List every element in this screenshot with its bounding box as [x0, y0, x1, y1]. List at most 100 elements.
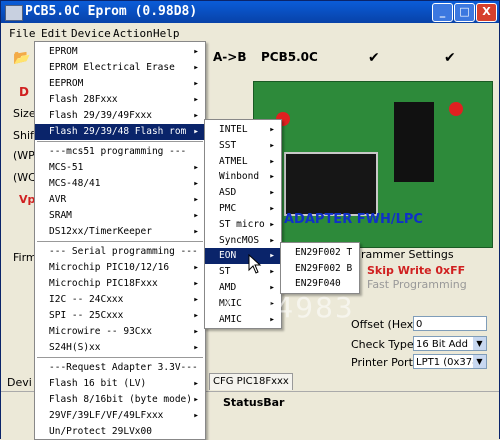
menu-item[interactable]: EEPROM ▸ [35, 76, 205, 92]
menu-item[interactable]: Flash 29/39/48 Flash rom ▸ [35, 124, 205, 140]
menu-edit[interactable]: Edit [41, 27, 68, 40]
maximize-button[interactable]: □ [454, 3, 475, 22]
menu-item-label: 29VF/39LF/VF/49LFxxx [49, 410, 164, 421]
menu-item[interactable]: S24H(S)xx ▸ [35, 340, 205, 356]
menu-file[interactable]: File [9, 27, 36, 40]
menu-item[interactable]: ---Request Adapter 3.3V--- [35, 360, 205, 376]
menu-item-label: SRAM [49, 210, 72, 221]
submenu-arrow-icon: ▸ [269, 139, 275, 151]
app-window: PCB5.0C Eprom (0.98D8) _ □ X File Edit D… [0, 0, 500, 440]
menu-item[interactable]: MCS-48/41 ▸ [35, 176, 205, 192]
submenu-arrow-icon: ▸ [269, 234, 275, 246]
submenu-arrow-icon: ▸ [193, 378, 199, 389]
menu-action[interactable]: Action [113, 27, 153, 40]
menu-help[interactable]: Help [153, 27, 180, 40]
submenu-arrow-icon: ▸ [193, 294, 199, 305]
menu-item-label: ST micro [219, 218, 265, 230]
submenu-arrow-icon: ▸ [193, 94, 199, 105]
chevron-down-icon[interactable]: ▼ [473, 337, 486, 350]
menu-item[interactable]: SPI -- 25Cxxx ▸ [35, 308, 205, 324]
menu-item-label: DS12xx/TimerKeeper [49, 226, 152, 237]
menu-item[interactable]: SyncMOS ▸ [205, 233, 281, 249]
menu-item-label: ---mcs51 programming --- [49, 146, 187, 157]
menu-item[interactable]: Un/Protect 29LVx00 [35, 424, 205, 440]
menu-item[interactable]: MCS-51 ▸ [35, 160, 205, 176]
menu-item-label: EN29F002 T [295, 247, 353, 258]
menu-item[interactable]: I2C -- 24Cxxx ▸ [35, 292, 205, 308]
menu-item-label: ST [219, 266, 231, 278]
copy-a-to-b-button[interactable]: A->B [213, 50, 246, 64]
offset-value: 0 [416, 319, 423, 330]
device-menu: EPROM ▸ EPROM Electrical Erase ▸ EEPROM ▸ Flas… [34, 41, 206, 440]
menu-item[interactable]: Flash 29/39/49Fxxx ▸ [35, 108, 205, 124]
submenu-arrow-icon: ▸ [193, 178, 199, 189]
menu-item[interactable]: INTEL ▸ [205, 122, 281, 138]
chip-verify-icon[interactable]: ✔ [444, 50, 456, 66]
adapter-label: ADAPTER FWH/LPC [284, 212, 423, 227]
submenu-arrow-icon: ▸ [193, 326, 199, 337]
submenu-arrow-icon: ▸ [193, 62, 199, 73]
menu-item[interactable]: PMC ▸ [205, 201, 281, 217]
menu-item[interactable]: Flash 16 bit (LV) ▸ [35, 376, 205, 392]
menu-item[interactable]: --- Serial programming --- [35, 244, 205, 260]
menu-item[interactable]: Microchip PIC10/12/16 ▸ [35, 260, 205, 276]
menu-item[interactable]: ASD ▸ [205, 185, 281, 201]
submenu-arrow-icon: ▸ [193, 310, 199, 321]
menu-item[interactable]: SRAM ▸ [35, 208, 205, 224]
chip-tool-icon[interactable]: ✔ [368, 50, 380, 66]
check-type-select[interactable]: 16 Bit Add ▼ [413, 336, 487, 351]
menu-item[interactable]: ST micro ▸ [205, 217, 281, 233]
skip-write-option[interactable]: Skip Write 0xFF [367, 264, 465, 277]
vpp-label: Vp [19, 193, 36, 206]
menu-bar: File Edit Device Action Help [1, 23, 499, 43]
menu-item[interactable]: Microwire -- 93Cxx ▸ [35, 324, 205, 340]
menu-item[interactable]: EN29F002 B [281, 261, 359, 277]
submenu-arrow-icon: ▸ [269, 171, 275, 183]
menu-item-label: Winbond [219, 171, 260, 183]
shift-label: Shif [13, 129, 34, 142]
printer-port-select[interactable]: LPT1 (0x378) ▼ [413, 354, 487, 369]
menu-item[interactable]: Winbond ▸ [205, 169, 281, 185]
menu-item[interactable]: EN29F040 [281, 276, 359, 292]
offset-input[interactable]: 0 [413, 316, 487, 331]
menu-item[interactable]: ATMEL ▸ [205, 154, 281, 170]
menu-item[interactable]: ---mcs51 programming --- [35, 144, 205, 160]
menu-item-label: Microchip PIC18Fxxx [49, 278, 158, 289]
menu-item-label: Microchip PIC10/12/16 [49, 262, 170, 273]
chip-submenu: EN29F002 T EN29F002 B EN29F040 [280, 242, 360, 294]
menu-item[interactable]: EPROM Electrical Erase ▸ [35, 60, 205, 76]
close-button[interactable]: X [476, 3, 497, 22]
plcc-socket [284, 152, 378, 216]
check-type-label: Check Type [351, 338, 414, 351]
menu-item[interactable]: ST ▸ [205, 264, 281, 280]
menu-item[interactable]: DS12xx/TimerKeeper ▸ [35, 224, 205, 240]
menu-item[interactable]: Microchip PIC18Fxxx ▸ [35, 276, 205, 292]
submenu-arrow-icon: ▸ [193, 194, 199, 205]
tab-cfg[interactable]: CFG PIC18Fxxx [209, 373, 293, 390]
capacitor [449, 102, 463, 116]
menu-item-label: SPI -- 25Cxxx [49, 310, 124, 321]
title-bar[interactable]: PCB5.0C Eprom (0.98D8) _ □ X [1, 1, 499, 23]
menu-item[interactable]: SST ▸ [205, 138, 281, 154]
menu-item-label: ---Request Adapter 3.3V--- [49, 362, 198, 373]
menu-item[interactable]: EN29F002 T [281, 245, 359, 261]
menu-item-label: MCS-48/41 [49, 178, 101, 189]
menu-item-label: AVR [49, 194, 67, 205]
submenu-arrow-icon: ▸ [193, 342, 199, 353]
submenu-arrow-icon: ▸ [193, 78, 199, 89]
chevron-down-icon[interactable]: ▼ [473, 355, 486, 368]
menu-item[interactable]: EON ▸ [205, 248, 281, 265]
printer-port-label: Printer Port [351, 356, 413, 369]
menu-item[interactable]: Flash 28Fxxx ▸ [35, 92, 205, 108]
menu-item[interactable]: EPROM ▸ [35, 44, 205, 60]
menu-item[interactable]: Flash 8/16bit (byte mode) ▸ [35, 392, 205, 408]
menu-item[interactable]: 29VF/39LF/VF/49LFxxx ▸ [35, 408, 205, 424]
submenu-arrow-icon: ▸ [269, 124, 275, 135]
minimize-button[interactable]: _ [432, 3, 453, 22]
menu-device[interactable]: Device [71, 27, 111, 40]
fast-programming-option[interactable]: Fast Programming [367, 278, 467, 291]
menu-item[interactable]: AVR ▸ [35, 192, 205, 208]
open-folder-icon[interactable]: 📂 [13, 50, 30, 66]
menu-item-label: Flash 29/39/49Fxxx [49, 110, 152, 121]
submenu-arrow-icon: ▸ [193, 126, 199, 137]
